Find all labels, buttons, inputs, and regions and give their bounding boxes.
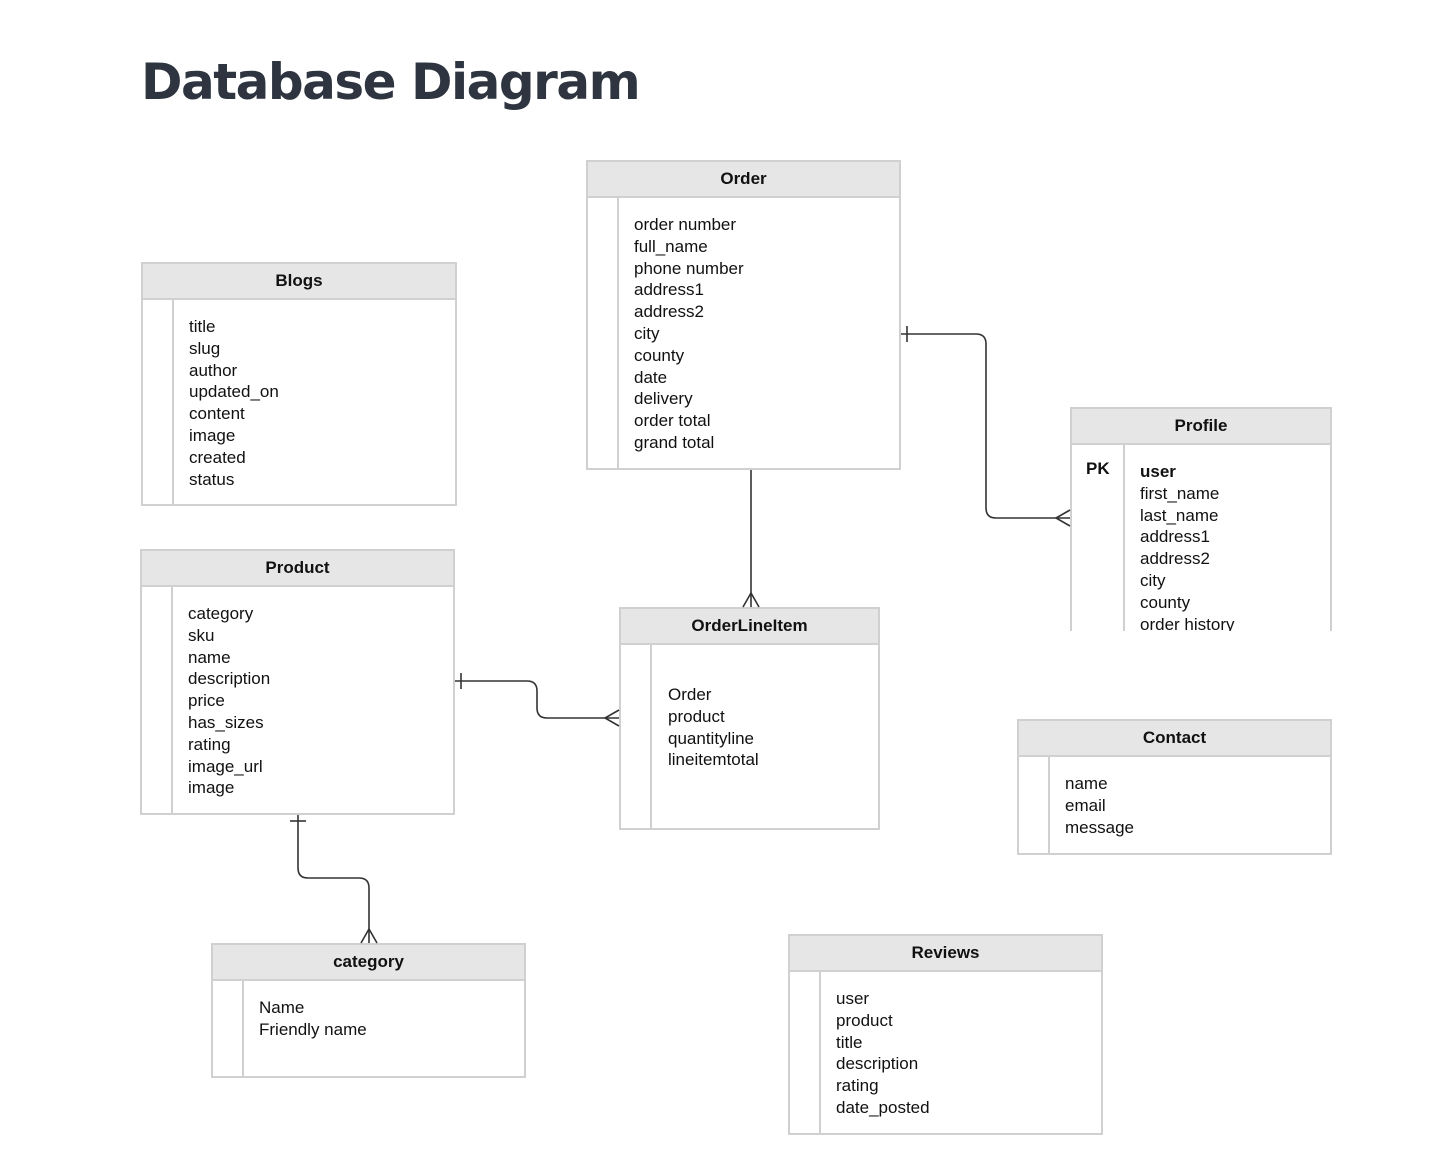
entity-orderlineitem[interactable]: OrderLineItem Order product quantityline…: [619, 607, 880, 830]
page-title: Database Diagram: [141, 53, 641, 111]
field-list: user product title description rating da…: [836, 988, 930, 1119]
entity-blogs[interactable]: Blogs title slug author updated_on conte…: [141, 262, 457, 506]
field: status: [189, 469, 235, 489]
field: address1: [1140, 527, 1210, 547]
link-product-category: [297, 815, 370, 943]
field-list: order number full_name phone number addr…: [634, 214, 744, 454]
field: order total: [634, 411, 711, 431]
field: order history: [1140, 614, 1235, 631]
field: title: [189, 317, 216, 336]
field: description: [836, 1054, 919, 1074]
key-column: [142, 587, 173, 813]
many-marker: [742, 591, 760, 608]
many-marker: [360, 927, 378, 944]
field-list: Order product quantityline lineitemtotal: [668, 684, 759, 771]
field: name: [188, 647, 231, 667]
key-column: [621, 645, 652, 828]
field: Friendly name: [259, 1019, 367, 1039]
entity-header: OrderLineItem: [621, 609, 878, 645]
field: image: [188, 778, 235, 798]
field: lineitemtotal: [668, 750, 759, 770]
field: county: [1140, 592, 1191, 612]
primary-key-label: PK: [1086, 459, 1110, 478]
key-column: [1019, 757, 1050, 853]
field: last_name: [1140, 505, 1219, 525]
field: title: [836, 1032, 863, 1052]
entity-header: Reviews: [790, 936, 1101, 972]
field: updated_on: [189, 382, 279, 402]
entity-header: Blogs: [143, 264, 455, 300]
field: image_url: [188, 756, 263, 776]
entity-contact[interactable]: Contact name email message: [1017, 719, 1332, 855]
field: product: [668, 706, 725, 726]
entity-category[interactable]: category Name Friendly name: [211, 943, 526, 1078]
field: date: [634, 367, 668, 387]
key-column: [143, 300, 174, 504]
key-column: PK: [1072, 445, 1125, 631]
entity-header: Order: [588, 162, 899, 198]
field: product: [836, 1010, 893, 1030]
field-list: title slug author updated_on content ima…: [189, 316, 279, 490]
field-list: category sku name description price has_…: [188, 603, 270, 799]
field: Order: [668, 685, 712, 704]
entity-product[interactable]: Product category sku name description pr…: [140, 549, 455, 815]
field: has_sizes: [188, 712, 264, 732]
many-marker: [1054, 509, 1071, 527]
field: author: [189, 360, 238, 380]
field: first_name: [1140, 483, 1220, 503]
field: address2: [1140, 549, 1210, 569]
field: date_posted: [836, 1097, 930, 1117]
field-list: Name Friendly name: [259, 997, 367, 1041]
field: content: [189, 404, 245, 424]
field: category: [188, 604, 254, 623]
field: phone number: [634, 258, 744, 278]
field: Name: [259, 998, 305, 1017]
field: delivery: [634, 389, 693, 409]
field: city: [1140, 570, 1166, 590]
entity-profile[interactable]: Profile PK user first_name last_name add…: [1070, 407, 1332, 631]
field-list: user first_name last_name address1 addre…: [1140, 461, 1234, 631]
field: user: [836, 989, 870, 1008]
field: price: [188, 691, 225, 711]
field: order number: [634, 215, 737, 234]
field: address1: [634, 280, 704, 300]
field: quantityline: [668, 728, 755, 748]
link-order-profile: [901, 333, 1070, 519]
field-list: name email message: [1065, 773, 1134, 838]
field: description: [188, 669, 271, 689]
entity-order[interactable]: Order order number full_name phone numbe…: [586, 160, 901, 470]
field: user: [1140, 462, 1176, 481]
key-column: [790, 972, 821, 1133]
field: full_name: [634, 236, 708, 256]
field: name: [1065, 774, 1108, 793]
entity-reviews[interactable]: Reviews user product title description r…: [788, 934, 1103, 1135]
key-column: [213, 981, 244, 1076]
entity-header: Profile: [1072, 409, 1330, 445]
field: grand total: [634, 432, 715, 452]
field: sku: [188, 625, 215, 645]
entity-header: Contact: [1019, 721, 1330, 757]
field: address2: [634, 302, 704, 322]
entity-header: category: [213, 945, 524, 981]
field: county: [634, 345, 685, 365]
field: message: [1065, 817, 1134, 837]
many-marker: [603, 709, 620, 727]
field: image: [189, 425, 236, 445]
link-product-orderlineitem: [455, 680, 619, 719]
field: rating: [188, 734, 231, 754]
entity-header: Product: [142, 551, 453, 587]
key-column: [588, 198, 619, 468]
field: email: [1065, 795, 1106, 815]
field: slug: [189, 338, 221, 358]
field: rating: [836, 1076, 879, 1096]
field: created: [189, 447, 246, 467]
field: city: [634, 323, 660, 343]
